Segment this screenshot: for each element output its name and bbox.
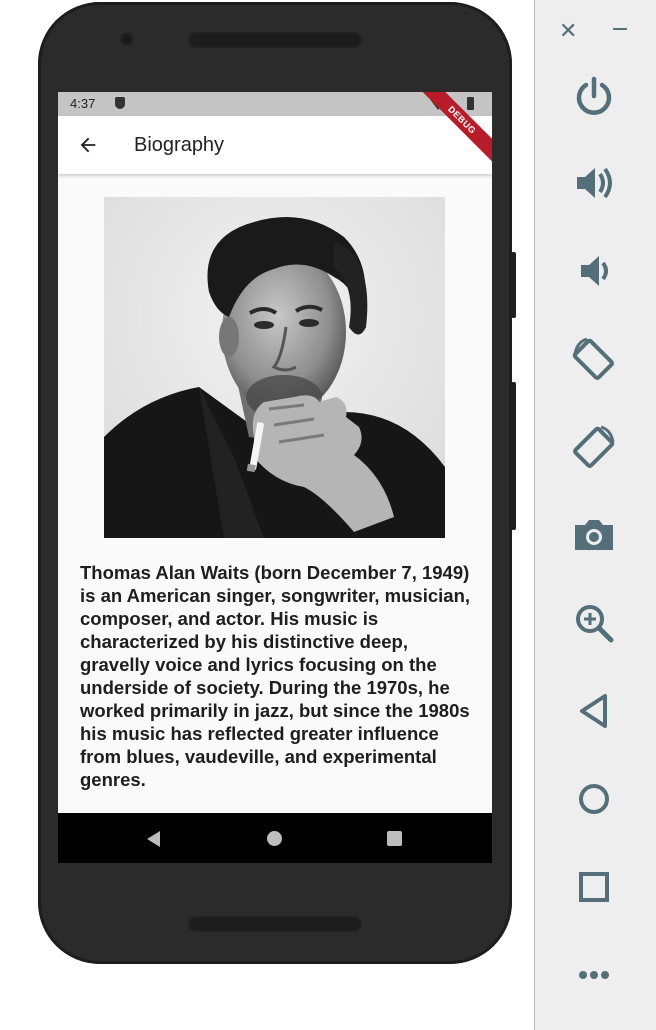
status-time: 4:37 [70, 96, 96, 111]
biography-text: Thomas Alan Waits (born December 7, 1949… [80, 562, 471, 790]
zoom-icon[interactable] [569, 598, 619, 648]
app-bar: Biography [58, 116, 492, 174]
back-triangle-icon[interactable] [147, 831, 160, 847]
overview-icon[interactable] [569, 862, 619, 912]
rotate-left-icon[interactable] [569, 334, 619, 384]
close-icon[interactable]: ✕ [559, 18, 577, 44]
rotate-right-icon[interactable] [569, 422, 619, 472]
home-icon[interactable] [569, 774, 619, 824]
front-camera [120, 32, 134, 46]
recents-square-icon[interactable] [387, 831, 402, 846]
minimize-icon[interactable] [613, 28, 627, 30]
shield-icon [115, 97, 125, 109]
portrait-photo [104, 197, 445, 538]
camera-icon[interactable] [569, 510, 619, 560]
power-side-button [511, 252, 516, 318]
volume-side-button [511, 382, 516, 530]
top-speaker [188, 32, 362, 48]
emulator-sidebar: ✕ [534, 0, 656, 1030]
page-title: Biography [134, 134, 225, 156]
device-screen: 4:37 Biography DEBUG Thomas Alan Waits (… [58, 92, 492, 863]
more-icon[interactable] [569, 950, 619, 1000]
back-icon[interactable] [569, 686, 619, 736]
volume-up-icon[interactable] [569, 158, 619, 208]
power-icon[interactable] [569, 70, 619, 120]
navigation-bar [58, 813, 492, 863]
battery-icon [467, 97, 474, 110]
arrow-back-icon[interactable] [72, 129, 104, 161]
home-circle-icon[interactable] [267, 831, 282, 846]
bottom-speaker [188, 916, 362, 932]
volume-down-icon[interactable] [569, 246, 619, 296]
